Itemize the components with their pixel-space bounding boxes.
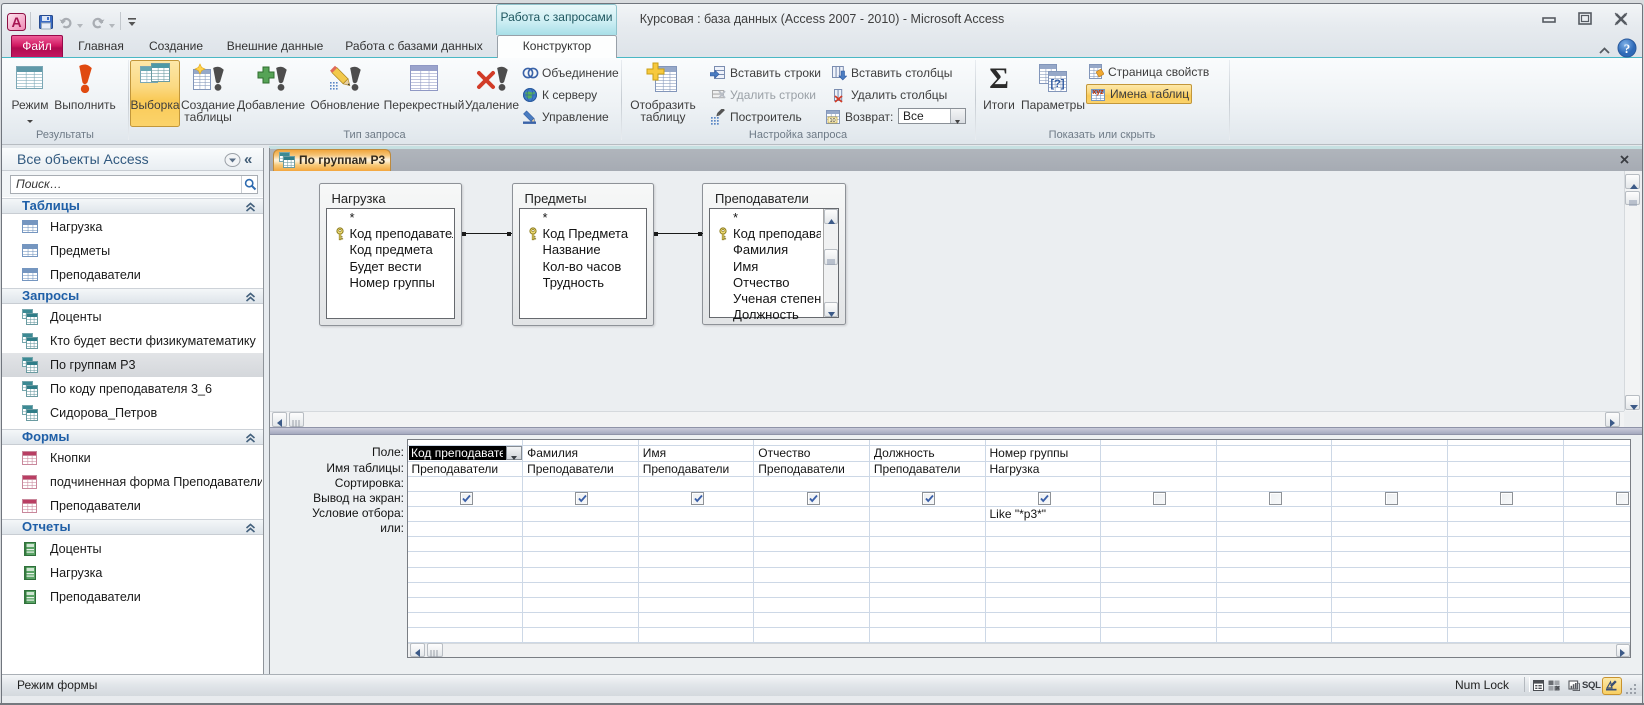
- svg-text:10: 10: [829, 118, 835, 124]
- svg-text:Σ: Σ: [989, 63, 1009, 93]
- svg-text:xyz: xyz: [1092, 89, 1104, 96]
- svg-text:A: A: [11, 14, 21, 30]
- svg-text:[?]: [?]: [1050, 78, 1064, 90]
- svg-text:?: ?: [1624, 41, 1631, 56]
